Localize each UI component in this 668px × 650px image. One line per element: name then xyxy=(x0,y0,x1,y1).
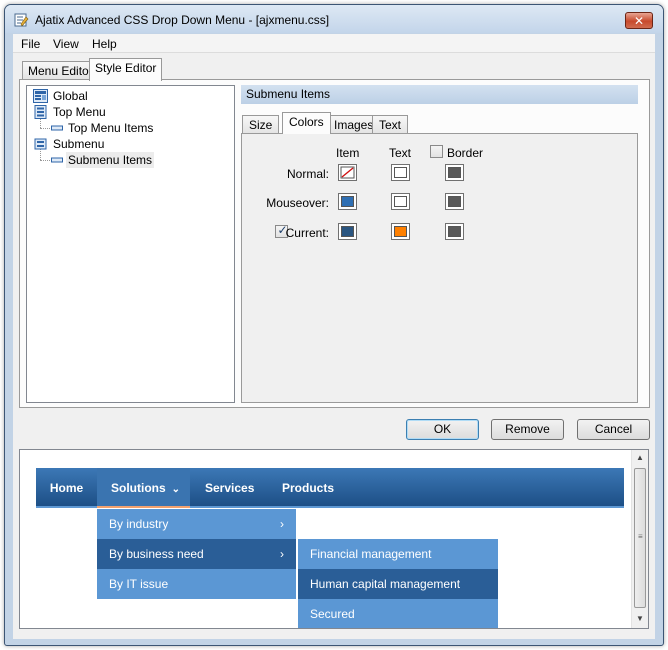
submenu-item-by-industry[interactable]: By industry › xyxy=(97,509,296,539)
no-color-icon xyxy=(340,166,355,179)
submenu-item-by-business-need[interactable]: By business need › xyxy=(97,539,296,569)
chevron-right-icon: › xyxy=(280,547,284,561)
current-border-color[interactable] xyxy=(445,223,464,240)
chevron-down-icon: ⌄ xyxy=(171,484,181,495)
tree-label: Top Menu xyxy=(53,105,106,119)
app-window: Ajatix Advanced CSS Drop Down Menu - [aj… xyxy=(4,4,664,646)
tab-menu-editor[interactable]: Menu Editor xyxy=(22,61,99,81)
menu-preview: Home Solutions ⌄ Services Products By ind… xyxy=(19,449,649,629)
subsubmenu-item-financial[interactable]: Financial management xyxy=(298,539,498,569)
scroll-up-icon[interactable]: ▲ xyxy=(632,453,648,462)
tree-label: Top Menu Items xyxy=(68,121,154,135)
cancel-button[interactable]: Cancel xyxy=(577,419,650,440)
subtab-size[interactable]: Size xyxy=(242,115,280,134)
submenu-item-by-it-issue[interactable]: By IT issue xyxy=(97,569,296,599)
scroll-down-icon[interactable]: ▼ xyxy=(632,614,648,623)
subsubmenu-dropdown: Financial management Human capital manag… xyxy=(298,539,498,628)
subtab-colors[interactable]: Colors xyxy=(282,112,331,134)
ok-button[interactable]: OK xyxy=(406,419,479,440)
nav-label: Solutions xyxy=(111,481,166,495)
submenu-dropdown: By industry › By business need › By IT i… xyxy=(97,509,296,599)
border-checkbox[interactable] xyxy=(430,145,443,158)
row-label-normal: Normal: xyxy=(286,167,329,181)
preview-navbar: Home Solutions ⌄ Services Products xyxy=(36,468,624,508)
style-properties: Submenu Items Size Colors Images Text It… xyxy=(241,85,644,403)
tree-label: Global xyxy=(53,89,88,103)
column-header-item: Item xyxy=(336,146,360,160)
normal-item-color[interactable] xyxy=(338,164,357,181)
close-icon: ✕ xyxy=(633,14,645,28)
style-editor-panel: Global Top Menu Top Menu Items Submenu S… xyxy=(19,79,650,408)
submenu-icon xyxy=(34,138,47,150)
tab-style-editor[interactable]: Style Editor xyxy=(89,58,163,81)
menu-items-icon xyxy=(51,157,63,163)
window-title: Ajatix Advanced CSS Drop Down Menu - [aj… xyxy=(35,13,330,27)
menu-items-icon xyxy=(51,125,63,131)
app-icon xyxy=(14,13,29,27)
section-title: Submenu Items xyxy=(241,85,638,104)
mouseover-item-color[interactable] xyxy=(338,193,357,210)
chevron-right-icon: › xyxy=(280,517,284,531)
nav-products[interactable]: Products xyxy=(282,468,334,508)
subtab-text[interactable]: Text xyxy=(372,115,409,134)
top-menu-icon xyxy=(34,105,47,119)
row-label-current: Current: xyxy=(285,226,329,240)
menu-help[interactable]: Help xyxy=(92,37,117,51)
mouseover-text-color[interactable] xyxy=(391,193,410,210)
normal-border-color[interactable] xyxy=(445,164,464,181)
subsubmenu-item-secured[interactable]: Secured xyxy=(298,599,498,628)
current-item-color[interactable] xyxy=(338,223,357,240)
client-area: File View Help Menu Editor Style Editor xyxy=(13,34,655,639)
current-text-color[interactable] xyxy=(391,223,410,240)
row-label-mouseover: Mouseover: xyxy=(266,196,329,210)
column-header-text: Text xyxy=(389,146,412,160)
colors-panel: Item Text Border Normal: Mouseover: ✓ Cu… xyxy=(241,133,638,403)
remove-button[interactable]: Remove xyxy=(491,419,564,440)
close-button[interactable]: ✕ xyxy=(625,12,653,29)
tree-label: Submenu xyxy=(53,137,105,151)
nav-services[interactable]: Services xyxy=(205,468,254,508)
nav-solutions[interactable]: Solutions ⌄ xyxy=(97,468,190,508)
preview-scrollbar[interactable]: ▲ ≡ ▼ xyxy=(631,450,648,628)
style-tree: Global Top Menu Top Menu Items Submenu S… xyxy=(26,85,235,403)
subsubmenu-item-human-capital[interactable]: Human capital management xyxy=(298,569,498,599)
tree-label: Submenu Items xyxy=(66,152,155,168)
normal-text-color[interactable] xyxy=(391,164,410,181)
scroll-thumb[interactable]: ≡ xyxy=(634,468,646,608)
menu-view[interactable]: View xyxy=(53,37,79,51)
global-style-icon xyxy=(33,89,48,103)
column-header-border: Border xyxy=(447,146,484,160)
title-bar[interactable]: Ajatix Advanced CSS Drop Down Menu - [aj… xyxy=(5,5,663,33)
menu-file[interactable]: File xyxy=(21,37,40,51)
mouseover-border-color[interactable] xyxy=(445,193,464,210)
menu-bar: File View Help xyxy=(13,34,655,53)
grip-icon: ≡ xyxy=(638,532,643,541)
nav-home[interactable]: Home xyxy=(36,468,97,508)
